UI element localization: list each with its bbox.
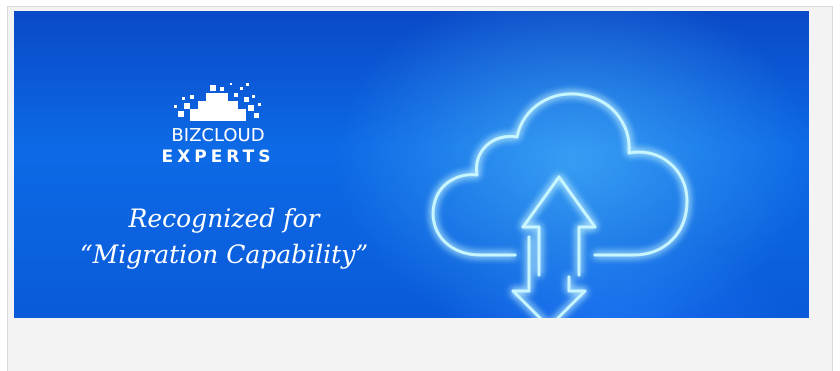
logo-text-experts: EXPERTS	[161, 147, 275, 167]
cloud-upload-download-icon	[431, 92, 689, 318]
pixel-cloud-icon	[174, 83, 261, 121]
promo-banner: BIZCLOUD EXPERTS Recognized for “Migrati…	[14, 11, 809, 318]
bizcloud-experts-logo: BIZCLOUD EXPERTS	[160, 81, 276, 167]
logo-text-bizcloud: BIZCLOUD	[171, 125, 265, 146]
tagline-line-2: “Migration Capability”	[79, 240, 369, 269]
tagline-line-1: Recognized for	[128, 204, 320, 233]
recognition-tagline: Recognized for “Migration Capability”	[64, 201, 384, 273]
